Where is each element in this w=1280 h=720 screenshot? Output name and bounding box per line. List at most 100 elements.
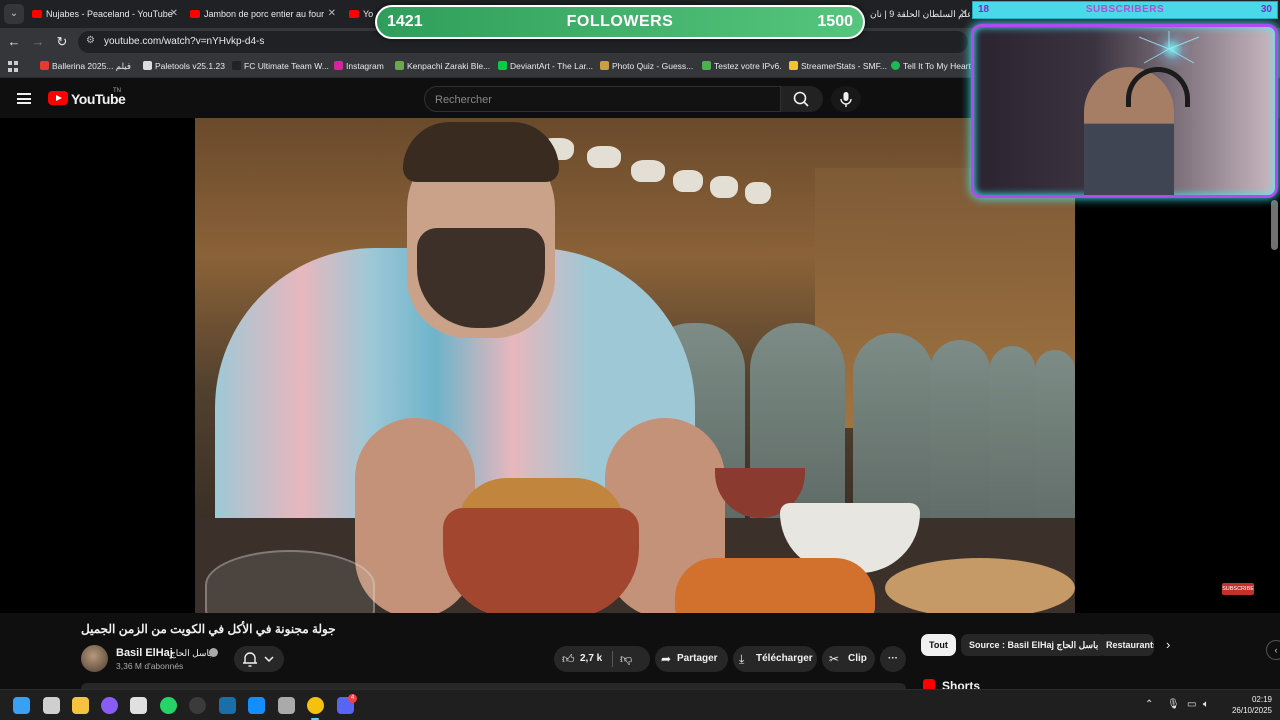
- chevron-left-icon[interactable]: ‹: [1266, 640, 1280, 660]
- cortana-icon[interactable]: [101, 697, 118, 714]
- windows-start-icon[interactable]: [13, 697, 30, 714]
- clock[interactable]: 02:19 26/10/2025: [1226, 694, 1272, 716]
- bar-chart-icon: [789, 61, 798, 70]
- voice-search-button[interactable]: [831, 86, 861, 112]
- battlenet-icon[interactable]: [248, 697, 265, 714]
- video-title: جولة مجنونة في الأكل في الكويت من الزمن …: [81, 622, 336, 636]
- youtube-logo-icon[interactable]: [48, 91, 68, 105]
- subscribers-current: 18: [978, 4, 990, 15]
- share-button[interactable]: ➦ Partager: [655, 646, 728, 672]
- channel-avatar[interactable]: [81, 645, 108, 672]
- bookmark-item[interactable]: Kenpachi Zaraki Ble...: [395, 61, 490, 71]
- bookmark-favicon-icon: [600, 61, 609, 70]
- notifications-button[interactable]: [234, 646, 284, 672]
- browser-tab[interactable]: علم السلطان الحلقة 9 | نان ✕: [866, 4, 970, 26]
- bookmark-item[interactable]: DeviantArt - The Lar...: [498, 61, 593, 71]
- share-label: Partager: [677, 653, 718, 664]
- bookmark-item[interactable]: Testez votre IPv6.: [702, 61, 782, 71]
- download-label: Télécharger: [756, 653, 813, 664]
- browser-tab[interactable]: Jambon de porc entier au four ✕: [188, 4, 338, 26]
- clip-button[interactable]: ✂ Clip: [822, 646, 875, 672]
- tray-overflow-icon[interactable]: ⌃: [1145, 699, 1153, 710]
- search-input[interactable]: Rechercher: [424, 86, 781, 112]
- chip-restaurants[interactable]: Restaurants: [1098, 634, 1154, 656]
- video-frame: [195, 118, 1075, 613]
- like-dislike-group: 👍︎ 2,7 k 👎︎: [554, 646, 650, 672]
- tab-search-button[interactable]: ⌄: [4, 4, 24, 24]
- bookmark-item[interactable]: Paletools v25.1.23: [143, 61, 225, 71]
- scissors-icon: ✂: [829, 652, 840, 666]
- clock-time: 02:19: [1251, 695, 1272, 704]
- bookmark-favicon-icon: [40, 61, 49, 70]
- more-actions-button[interactable]: ···: [880, 646, 906, 672]
- task-view-icon[interactable]: [43, 697, 60, 714]
- back-arrow-icon[interactable]: ←: [5, 33, 23, 51]
- network-icon[interactable]: ▭: [1187, 699, 1196, 710]
- chevron-right-icon[interactable]: ›: [1166, 637, 1170, 652]
- volume-icon[interactable]: 🔈︎: [1203, 699, 1209, 710]
- microphone-tray-icon[interactable]: 🎙︎: [1167, 699, 1180, 710]
- reload-icon[interactable]: ↻: [53, 33, 71, 51]
- bookmark-item[interactable]: Tell It To My Heart: [891, 61, 971, 71]
- bookmark-item[interactable]: FC Ultimate Team W...: [232, 61, 329, 71]
- steam-icon[interactable]: [219, 697, 236, 714]
- share-arrow-icon: ➦: [661, 652, 672, 666]
- tab-close-icon[interactable]: ✕: [170, 4, 178, 24]
- tab-title: Jambon de porc entier au four: [204, 9, 325, 19]
- tab-close-icon[interactable]: ✕: [960, 4, 968, 24]
- subscriber-count: 3,36 M d'abonnés: [116, 661, 184, 671]
- thumbs-up-icon[interactable]: 👍︎: [562, 646, 575, 672]
- browser-tab[interactable]: Nujabes - Peaceland - YouTube ✕: [30, 4, 180, 26]
- in-video-subscribe-badge[interactable]: SUBSCRIBE: [1222, 583, 1254, 595]
- shelf-pot: [673, 170, 703, 192]
- search-button[interactable]: [781, 86, 823, 112]
- bookmark-favicon-icon: [143, 61, 152, 70]
- windows-taskbar: 4 ⌃ 🎙︎ ▭ 🔈︎ 02:19 26/10/2025: [0, 689, 1280, 720]
- deviantart-icon: [498, 61, 507, 70]
- chip-all[interactable]: Tout: [921, 634, 956, 656]
- tab-close-icon[interactable]: ✕: [328, 4, 336, 24]
- more-horizontal-icon: ···: [888, 653, 898, 664]
- bread: [885, 558, 1075, 613]
- shelf-pot: [631, 160, 665, 182]
- shelf-pot: [587, 146, 621, 168]
- site-info-icon[interactable]: ⚙: [86, 35, 95, 46]
- search-icon: [793, 91, 809, 107]
- snipping-tool-icon[interactable]: [130, 697, 147, 714]
- chevron-down-icon: [264, 656, 274, 663]
- shelf-pot: [745, 182, 771, 204]
- tab-title: علم السلطان الحلقة 9 | نان: [870, 9, 970, 19]
- url-text[interactable]: youtube.com/watch?v=nYHvkp-d4-s: [104, 36, 264, 47]
- bookmark-item[interactable]: StreamerStats - SMF...: [789, 61, 887, 71]
- divider: [612, 651, 613, 667]
- followers-label: FOLLOWERS: [566, 13, 674, 30]
- curry-bowl: [675, 558, 875, 613]
- channel-name-arabic[interactable]: باسل الحاج: [170, 648, 212, 659]
- bookmark-item[interactable]: Photo Quiz - Guess...: [600, 61, 693, 71]
- download-icon: ⤓: [739, 652, 745, 666]
- app-icon[interactable]: [278, 697, 295, 714]
- subscribers-goal-overlay: SUBSCRIBERS 18 30: [972, 1, 1278, 19]
- apps-grid-icon[interactable]: [8, 61, 19, 72]
- bookmark-favicon-icon: [232, 61, 241, 70]
- webcam-overlay: [971, 24, 1278, 198]
- thumbs-down-icon[interactable]: 👎︎: [620, 646, 632, 672]
- page-scrollbar[interactable]: [1271, 200, 1278, 250]
- browser-tab[interactable]: Yo: [347, 4, 377, 26]
- forward-arrow-icon[interactable]: →: [29, 33, 47, 51]
- glass: [205, 550, 375, 613]
- screen: ⌄ Nujabes - Peaceland - YouTube ✕ Jambon…: [0, 0, 1280, 720]
- youtube-favicon-icon: [349, 10, 359, 18]
- like-count[interactable]: 2,7 k: [580, 646, 602, 672]
- obs-icon[interactable]: [189, 697, 206, 714]
- channel-name[interactable]: Basil ElHaj: [116, 647, 173, 659]
- chip-source-channel[interactable]: Source : Basil ElHaj باسل الحاج: [961, 634, 1107, 656]
- bookmark-item[interactable]: Ballerina 2025... فيلم: [40, 61, 131, 72]
- download-button[interactable]: ⤓ Télécharger: [733, 646, 817, 672]
- chrome-icon[interactable]: [307, 697, 324, 714]
- whatsapp-icon[interactable]: [160, 697, 177, 714]
- bookmark-item[interactable]: Instagram: [334, 61, 384, 71]
- menu-icon[interactable]: [17, 93, 31, 104]
- subscribers-goal: 30: [1260, 4, 1272, 15]
- file-explorer-icon[interactable]: [72, 697, 89, 714]
